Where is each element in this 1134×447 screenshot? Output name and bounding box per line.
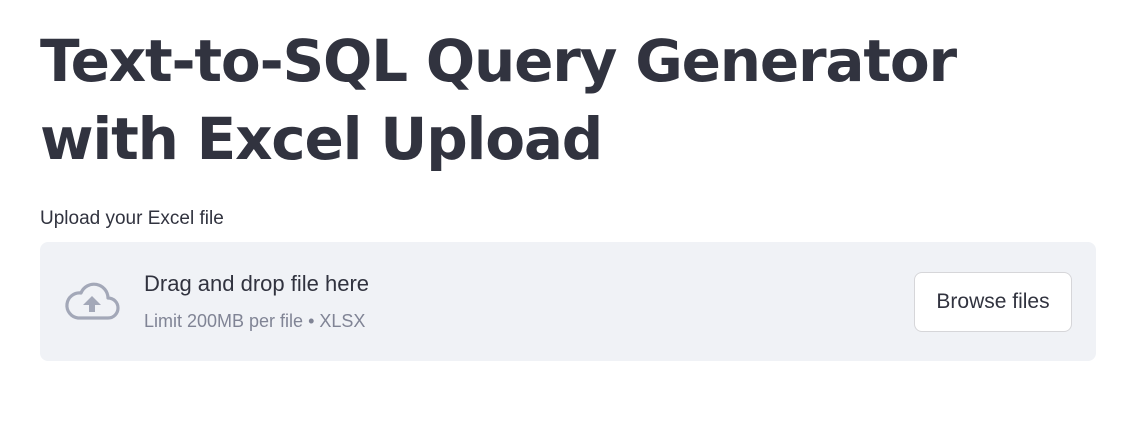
dropzone-title: Drag and drop file here xyxy=(144,271,370,296)
main-container: Text-to-SQL Query Generator with Excel U… xyxy=(0,0,1134,447)
file-limit-text: Limit 200MB per file • XLSX xyxy=(144,311,366,331)
dropzone-instructions: Drag and drop file here Limit 200MB per … xyxy=(144,270,369,332)
browse-files-button[interactable]: Browse files xyxy=(914,272,1072,332)
page-title: Text-to-SQL Query Generator with Excel U… xyxy=(40,27,957,173)
uploader-label: Upload your Excel file xyxy=(40,208,224,229)
cloud-upload-icon xyxy=(64,280,120,322)
file-dropzone[interactable]: Drag and drop file here Limit 200MB per … xyxy=(40,242,1096,361)
